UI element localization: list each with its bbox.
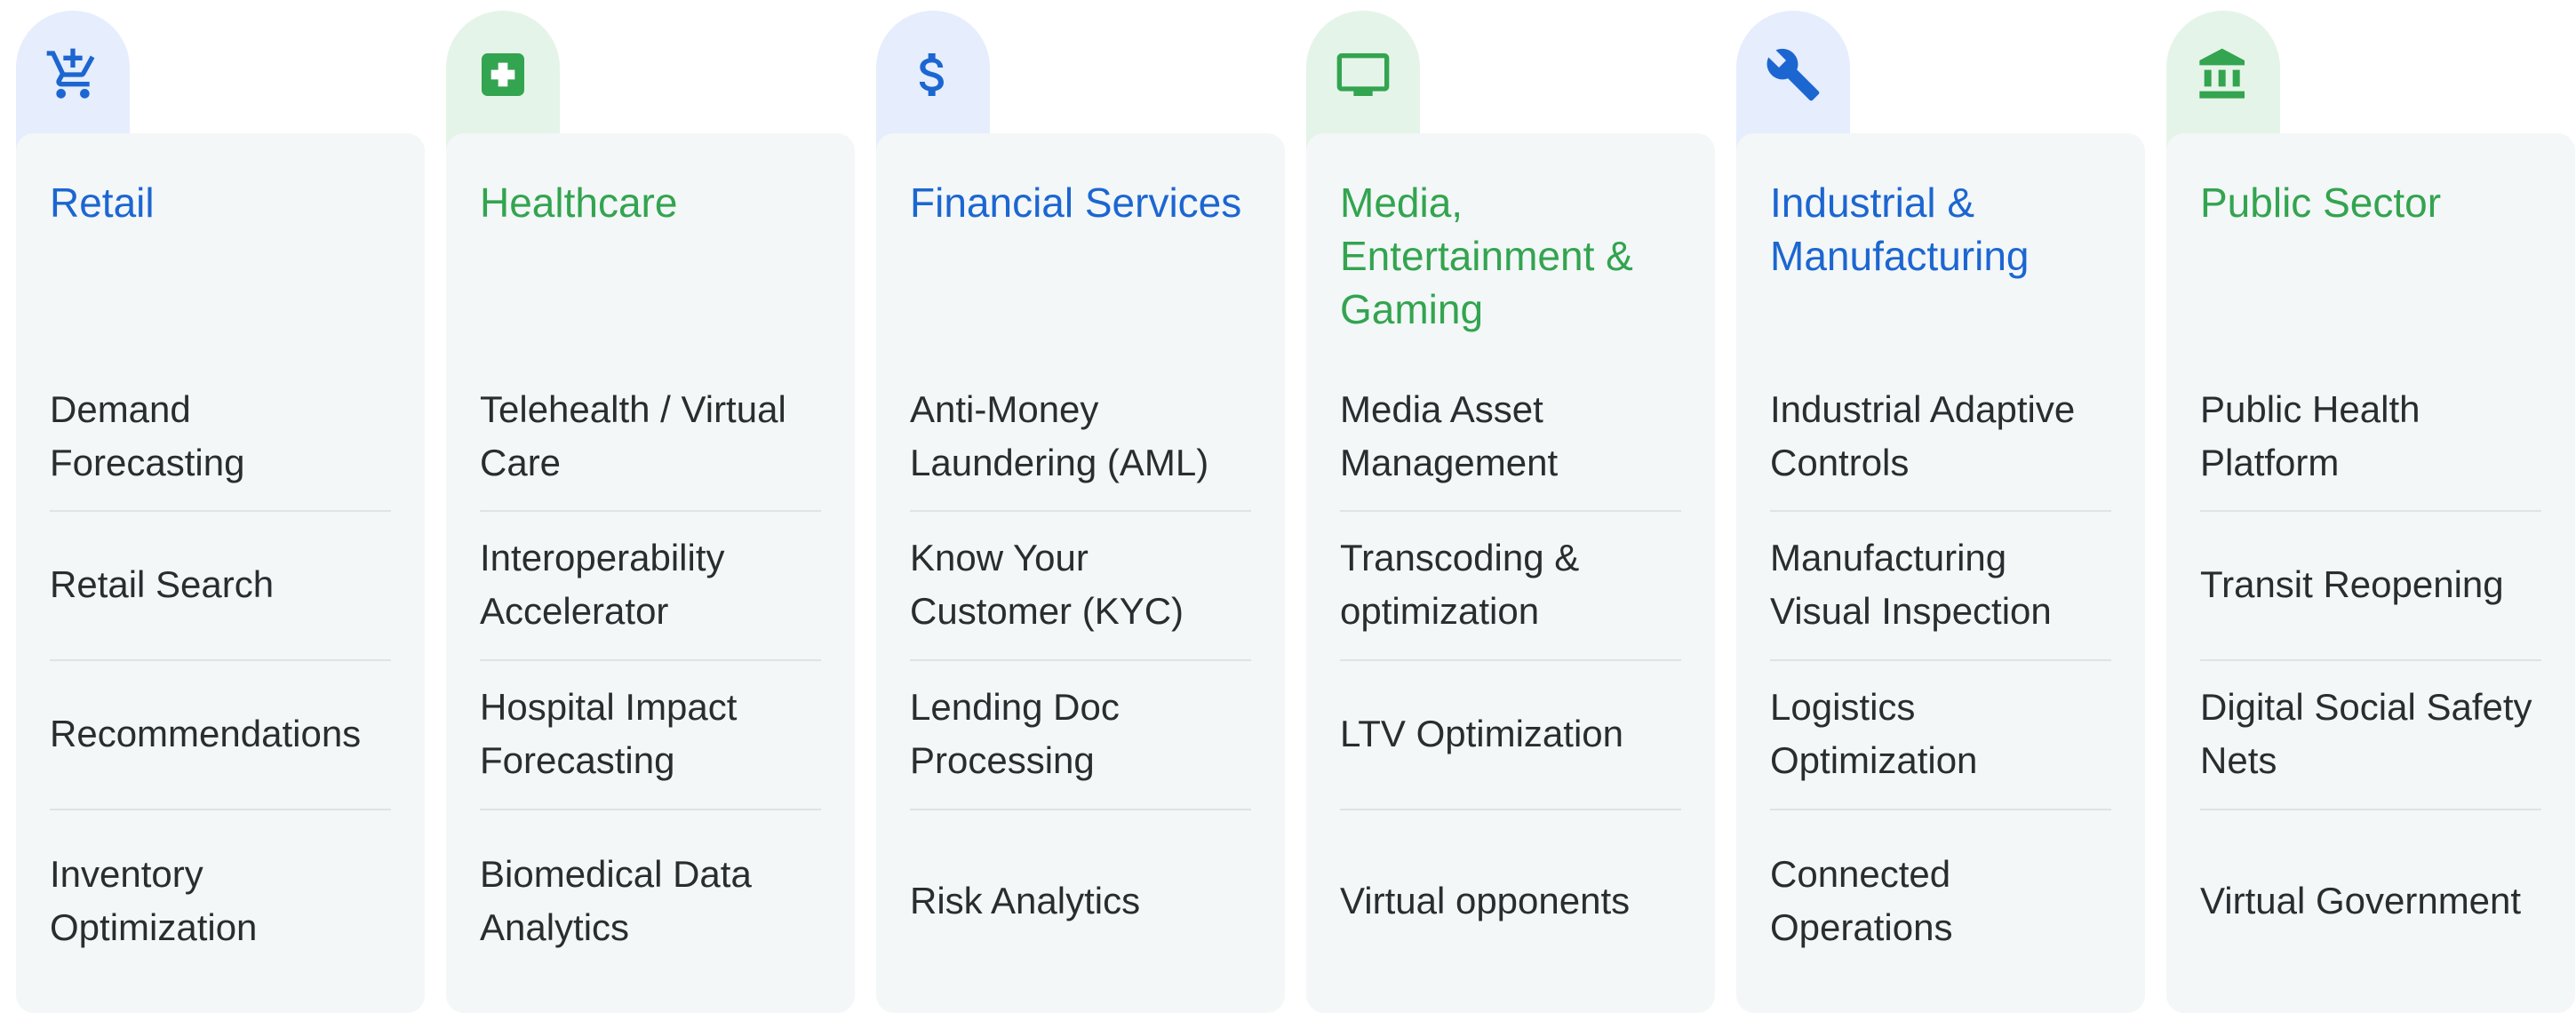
industry-title: Healthcare xyxy=(480,179,678,226)
use-case-label: Inventory Optimization xyxy=(50,853,258,948)
use-case-item: Lending Doc Processing xyxy=(910,659,1251,809)
industry-column-retail: Retail Demand Forecasting Retail Search … xyxy=(16,11,425,1013)
use-case-label: Lending Doc Processing xyxy=(910,686,1120,781)
use-case-item: Demand Forecasting xyxy=(50,363,391,510)
industry-column-healthcare: Healthcare Telehealth / Virtual Care Int… xyxy=(446,11,855,1013)
industry-title: Industrial & Manufacturing xyxy=(1770,179,2030,279)
use-case-item: Hospital Impact Forecasting xyxy=(480,659,821,809)
shopping-cart-add-icon xyxy=(46,48,95,99)
use-case-item: Virtual opponents xyxy=(1340,809,1681,993)
use-case-label: Anti-Money Laundering (AML) xyxy=(910,388,1209,483)
use-case-label: LTV Optimization xyxy=(1340,713,1623,754)
industry-card: Financial Services Anti-Money Laundering… xyxy=(876,133,1285,1013)
use-case-label: Public Health Platform xyxy=(2200,388,2420,483)
industry-column-media-entertainment-gaming: Media, Entertainment & Gaming Media Asse… xyxy=(1306,11,1715,1013)
wrench-icon xyxy=(1767,48,1820,101)
monitor-icon xyxy=(1336,53,1390,96)
use-case-label: Virtual Government xyxy=(2200,880,2522,921)
use-case-label: Retail Search xyxy=(50,563,275,605)
dollar-icon xyxy=(919,53,944,96)
industry-columns: Retail Demand Forecasting Retail Search … xyxy=(16,11,2575,1013)
industry-card: Industrial & Manufacturing Industrial Ad… xyxy=(1736,133,2145,1013)
industry-card: Retail Demand Forecasting Retail Search … xyxy=(16,133,425,1013)
use-case-item: Media Asset Management xyxy=(1340,363,1681,510)
use-case-label: Digital Social Safety Nets xyxy=(2200,686,2532,781)
use-case-item: Inventory Optimization xyxy=(50,809,391,993)
use-case-item: Manufacturing Visual Inspection xyxy=(1770,510,2111,659)
use-case-item: Transcoding & optimization xyxy=(1340,510,1681,659)
use-case-label: Virtual opponents xyxy=(1340,880,1631,921)
industry-card: Healthcare Telehealth / Virtual Care Int… xyxy=(446,133,855,1013)
use-case-item: Industrial Adaptive Controls xyxy=(1770,363,2111,510)
industry-column-financial-services: Financial Services Anti-Money Laundering… xyxy=(876,11,1285,1013)
use-case-item: Telehealth / Virtual Care xyxy=(480,363,821,510)
use-case-label: Recommendations xyxy=(50,713,362,754)
medical-cross-icon xyxy=(482,53,524,96)
use-case-item: Know Your Customer (KYC) xyxy=(910,510,1251,659)
industry-title: Financial Services xyxy=(910,179,1242,226)
use-case-label: Hospital Impact Forecasting xyxy=(480,686,738,781)
use-case-item: Biomedical Data Analytics xyxy=(480,809,821,993)
industry-title: Retail xyxy=(50,179,155,226)
use-case-label: Manufacturing Visual Inspection xyxy=(1770,537,2052,632)
use-case-label: Transcoding & optimization xyxy=(1340,537,1580,632)
industry-column-industrial-manufacturing: Industrial & Manufacturing Industrial Ad… xyxy=(1736,11,2145,1013)
use-case-label: Media Asset Management xyxy=(1340,388,1559,483)
use-case-item: Digital Social Safety Nets xyxy=(2200,659,2541,809)
use-case-item: Logistics Optimization xyxy=(1770,659,2111,809)
use-case-label: Connected Operations xyxy=(1770,853,1953,948)
use-case-item: Virtual Government xyxy=(2200,809,2541,993)
use-case-item: Risk Analytics xyxy=(910,809,1251,993)
use-case-label: Know Your Customer (KYC) xyxy=(910,537,1184,632)
use-case-label: Logistics Optimization xyxy=(1770,686,1978,781)
use-case-item: Retail Search xyxy=(50,510,391,659)
industry-column-public-sector: Public Sector Public Health Platform Tra… xyxy=(2166,11,2575,1013)
industry-card: Media, Entertainment & Gaming Media Asse… xyxy=(1306,133,1715,1013)
use-case-item: Recommendations xyxy=(50,659,391,809)
use-case-label: Interoperability Accelerator xyxy=(480,537,725,632)
use-case-item: Connected Operations xyxy=(1770,809,2111,993)
government-building-icon xyxy=(2199,48,2245,99)
use-case-label: Biomedical Data Analytics xyxy=(480,853,752,948)
use-case-label: Transit Reopening xyxy=(2200,563,2504,605)
use-case-label: Industrial Adaptive Controls xyxy=(1770,388,2076,483)
industry-title: Media, Entertainment & Gaming xyxy=(1340,179,1633,332)
use-case-item: Public Health Platform xyxy=(2200,363,2541,510)
use-case-item: LTV Optimization xyxy=(1340,659,1681,809)
use-case-label: Telehealth / Virtual Care xyxy=(480,388,786,483)
industry-title: Public Sector xyxy=(2200,179,2442,226)
industry-card: Public Sector Public Health Platform Tra… xyxy=(2166,133,2575,1013)
use-case-item: Interoperability Accelerator xyxy=(480,510,821,659)
use-case-label: Demand Forecasting xyxy=(50,388,245,483)
use-case-item: Transit Reopening xyxy=(2200,510,2541,659)
use-case-item: Anti-Money Laundering (AML) xyxy=(910,363,1251,510)
use-case-label: Risk Analytics xyxy=(910,880,1141,921)
